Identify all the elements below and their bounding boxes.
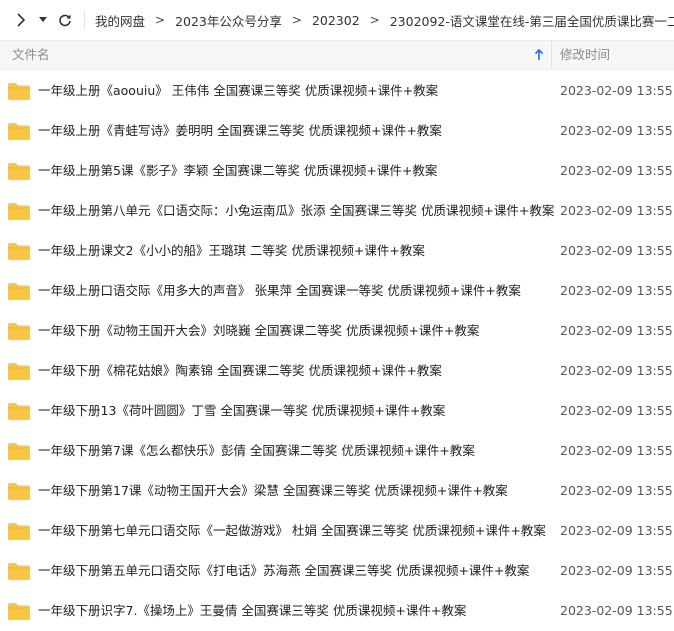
column-header-modified[interactable]: 修改时间: [560, 41, 610, 69]
breadcrumb-item-2023[interactable]: 2023年公众号分享: [175, 11, 282, 30]
folder-icon: [8, 203, 30, 220]
arrow-up-icon[interactable]: [534, 48, 544, 64]
file-modified-time: 2023-02-09 13:55: [560, 323, 673, 338]
breadcrumb-separator-icon: >: [369, 13, 380, 27]
file-modified-time: 2023-02-09 13:55: [560, 363, 673, 378]
column-header-name[interactable]: 文件名: [12, 41, 50, 69]
list-item[interactable]: 一年级下册《棉花姑娘》陶素锦 全国赛课二等奖 优质课视频+课件+教案 2023-…: [0, 351, 674, 391]
folder-icon: [8, 563, 30, 580]
breadcrumb-item-root[interactable]: 我的网盘: [95, 11, 145, 30]
list-item[interactable]: 一年级上册口语交际《用多大的声音》 张果萍 全国赛课一等奖 优质课视频+课件+教…: [0, 271, 674, 311]
file-name[interactable]: 一年级上册第5课《影子》李颖 全国赛课二等奖 优质课视频+课件+教案: [38, 151, 437, 191]
folder-icon: [8, 403, 30, 420]
folder-icon: [8, 363, 30, 380]
list-item[interactable]: 一年级下册第7课《怎么都快乐》彭倩 全国赛课二等奖 优质课视频+课件+教案 20…: [0, 431, 674, 471]
file-name[interactable]: 一年级下册第五单元口语交际《打电话》苏海燕 全国赛课三等奖 优质课视频+课件+教…: [38, 551, 529, 591]
file-name[interactable]: 一年级下册《棉花姑娘》陶素锦 全国赛课二等奖 优质课视频+课件+教案: [38, 351, 442, 391]
file-name[interactable]: 一年级上册课文2《小小的船》王璐琪 二等奖 优质课视频+课件+教案: [38, 231, 425, 271]
file-name[interactable]: 一年级上册《aoouiu》 王伟伟 全国赛课三等奖 优质课视频+课件+教案: [38, 71, 438, 111]
file-modified-time: 2023-02-09 13:55: [560, 603, 673, 618]
breadcrumb-item-202302[interactable]: 202302: [312, 13, 360, 28]
file-modified-time: 2023-02-09 13:55: [560, 243, 673, 258]
list-item[interactable]: 一年级下册13《荷叶圆圆》丁雪 全国赛课一等奖 优质课视频+课件+教案 2023…: [0, 391, 674, 431]
file-name[interactable]: 一年级下册第七单元口语交际《一起做游戏》 杜娟 全国赛课三等奖 优质课视频+课件…: [38, 511, 546, 551]
folder-icon: [8, 283, 30, 300]
file-modified-time: 2023-02-09 13:55: [560, 443, 673, 458]
file-name[interactable]: 一年级下册第7课《怎么都快乐》彭倩 全国赛课二等奖 优质课视频+课件+教案: [38, 431, 475, 471]
list-item[interactable]: 一年级下册第17课《动物王国开大会》梁慧 全国赛课三等奖 优质课视频+课件+教案…: [0, 471, 674, 511]
file-modified-time: 2023-02-09 13:55: [560, 163, 673, 178]
file-modified-time: 2023-02-09 13:55: [560, 123, 673, 138]
folder-icon: [8, 483, 30, 500]
folder-icon: [8, 603, 30, 620]
list-item[interactable]: 一年级下册《动物王国开大会》刘晓巍 全国赛课二等奖 优质课视频+课件+教案 20…: [0, 311, 674, 351]
file-name[interactable]: 一年级下册《动物王国开大会》刘晓巍 全国赛课二等奖 优质课视频+课件+教案: [38, 311, 479, 351]
file-modified-time: 2023-02-09 13:55: [560, 203, 673, 218]
folder-icon: [8, 443, 30, 460]
file-modified-time: 2023-02-09 13:55: [560, 83, 673, 98]
file-name[interactable]: 一年级下册识字7.《操场上》王曼倩 全国赛课三等奖 优质课视频+课件+教案: [38, 591, 466, 631]
refresh-icon[interactable]: [54, 0, 76, 40]
file-modified-time: 2023-02-09 13:55: [560, 483, 673, 498]
folder-icon: [8, 243, 30, 260]
breadcrumb-item-current[interactable]: 2302092-语文课堂在线-第三届全国优质课比赛一二三等奖: [390, 11, 674, 30]
toolbar-divider: [84, 10, 85, 30]
file-modified-time: 2023-02-09 13:55: [560, 523, 673, 538]
file-name[interactable]: 一年级下册13《荷叶圆圆》丁雪 全国赛课一等奖 优质课视频+课件+教案: [38, 391, 445, 431]
folder-icon: [8, 523, 30, 540]
file-modified-time: 2023-02-09 13:55: [560, 283, 673, 298]
column-header-row: 文件名 修改时间: [0, 40, 674, 70]
file-name[interactable]: 一年级上册《青蛙写诗》姜明明 全国赛课三等奖 优质课视频+课件+教案: [38, 111, 442, 151]
list-item[interactable]: 一年级下册识字7.《操场上》王曼倩 全国赛课三等奖 优质课视频+课件+教案 20…: [0, 591, 674, 631]
folder-icon: [8, 123, 30, 140]
breadcrumb: 我的网盘 > 2023年公众号分享 > 202302 > 2302092-语文课…: [95, 11, 674, 30]
file-name[interactable]: 一年级上册口语交际《用多大的声音》 张果萍 全国赛课一等奖 优质课视频+课件+教…: [38, 271, 521, 311]
file-modified-time: 2023-02-09 13:55: [560, 563, 673, 578]
folder-icon: [8, 323, 30, 340]
folder-icon: [8, 163, 30, 180]
breadcrumb-separator-icon: >: [155, 13, 166, 27]
column-divider[interactable]: [551, 41, 552, 69]
list-item[interactable]: 一年级上册《aoouiu》 王伟伟 全国赛课三等奖 优质课视频+课件+教案 20…: [0, 71, 674, 111]
breadcrumb-separator-icon: >: [291, 13, 302, 27]
file-name[interactable]: 一年级上册第八单元《口语交际：小兔运南瓜》张添 全国赛课三等奖 优质课视频+课件…: [38, 191, 554, 231]
caret-down-icon[interactable]: [32, 0, 54, 40]
list-item[interactable]: 一年级上册第八单元《口语交际：小兔运南瓜》张添 全国赛课三等奖 优质课视频+课件…: [0, 191, 674, 231]
file-modified-time: 2023-02-09 13:55: [560, 403, 673, 418]
chevron-right-icon[interactable]: [10, 0, 32, 40]
list-item[interactable]: 一年级上册《青蛙写诗》姜明明 全国赛课三等奖 优质课视频+课件+教案 2023-…: [0, 111, 674, 151]
list-item[interactable]: 一年级下册第七单元口语交际《一起做游戏》 杜娟 全国赛课三等奖 优质课视频+课件…: [0, 511, 674, 551]
list-item[interactable]: 一年级上册第5课《影子》李颖 全国赛课二等奖 优质课视频+课件+教案 2023-…: [0, 151, 674, 191]
file-name[interactable]: 一年级下册第17课《动物王国开大会》梁慧 全国赛课三等奖 优质课视频+课件+教案: [38, 471, 508, 511]
toolbar: 我的网盘 > 2023年公众号分享 > 202302 > 2302092-语文课…: [0, 0, 674, 40]
list-item[interactable]: 一年级下册第五单元口语交际《打电话》苏海燕 全国赛课三等奖 优质课视频+课件+教…: [0, 551, 674, 591]
folder-icon: [8, 83, 30, 100]
file-list: 一年级上册《aoouiu》 王伟伟 全国赛课三等奖 优质课视频+课件+教案 20…: [0, 71, 674, 631]
list-item[interactable]: 一年级上册课文2《小小的船》王璐琪 二等奖 优质课视频+课件+教案 2023-0…: [0, 231, 674, 271]
